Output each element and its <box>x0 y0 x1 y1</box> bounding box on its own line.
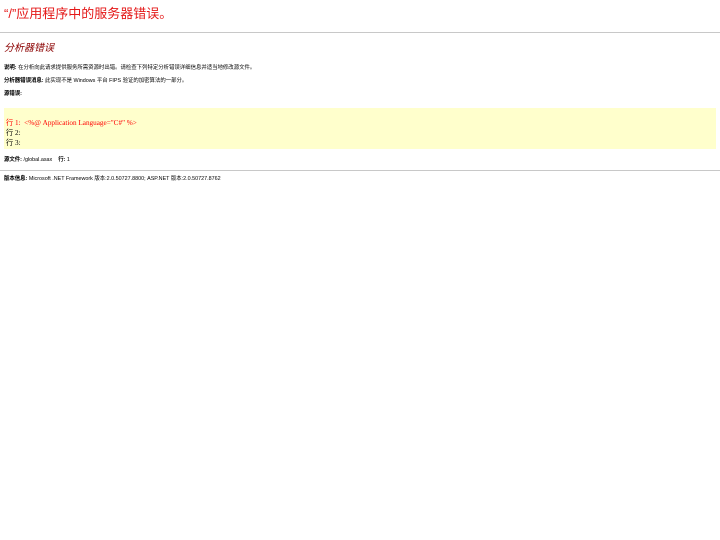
version-text: Microsoft .NET Framework 版本:2.0.50727.88… <box>27 176 221 182</box>
page-title: “/”应用程序中的服务器错误。 <box>4 6 173 21</box>
source-line-value: 1 <box>65 157 70 163</box>
parser-message-label: 分析器错误消息: <box>4 78 44 84</box>
code-line-content: <%@ Application Language="C#" %> <box>20 119 137 127</box>
code-line-2: 行 2: <box>6 128 714 138</box>
error-page: “/”应用程序中的服务器错误。 分析器错误 说明: 在分析向此请求提供服务所需资… <box>0 6 720 183</box>
version-label: 版本信息: <box>4 176 28 182</box>
error-heading: 分析器错误 <box>4 43 54 54</box>
parser-message-line: 分析器错误消息: 此实现不是 Windows 平台 FIPS 验证的加密算法的一… <box>4 78 716 85</box>
description-line: 说明: 在分析向此请求提供服务所需资源时出错。请检查下列特定分析错误详细信息并适… <box>4 65 716 72</box>
title-divider <box>0 32 720 33</box>
code-line-label: 行 2: <box>6 129 21 137</box>
source-error-label: 源错误: <box>4 91 22 97</box>
code-line-label: 行 3: <box>6 139 21 147</box>
footer-divider <box>0 170 720 171</box>
source-code-box: 行 1: <%@ Application Language="C#" %> 行 … <box>4 108 716 149</box>
source-file-line: 源文件: /global.asax 行: 1 <box>4 157 716 164</box>
parser-message-text: 此实现不是 Windows 平台 FIPS 验证的加密算法的一部分。 <box>43 78 188 84</box>
source-error-line: 源错误: <box>4 91 716 98</box>
code-line-3: 行 3: <box>6 138 714 148</box>
source-file-value: /global.asax <box>21 157 53 163</box>
source-file-label: 源文件: <box>4 157 22 163</box>
description-text: 在分析向此请求提供服务所需资源时出错。请检查下列特定分析错误详细信息并适当地修改… <box>16 65 256 71</box>
version-info-line: 版本信息: Microsoft .NET Framework 版本:2.0.50… <box>4 176 716 183</box>
code-line-label: 行 1: <box>6 119 21 127</box>
code-line-1: 行 1: <%@ Application Language="C#" %> <box>6 118 714 128</box>
description-label: 说明: <box>4 65 17 71</box>
